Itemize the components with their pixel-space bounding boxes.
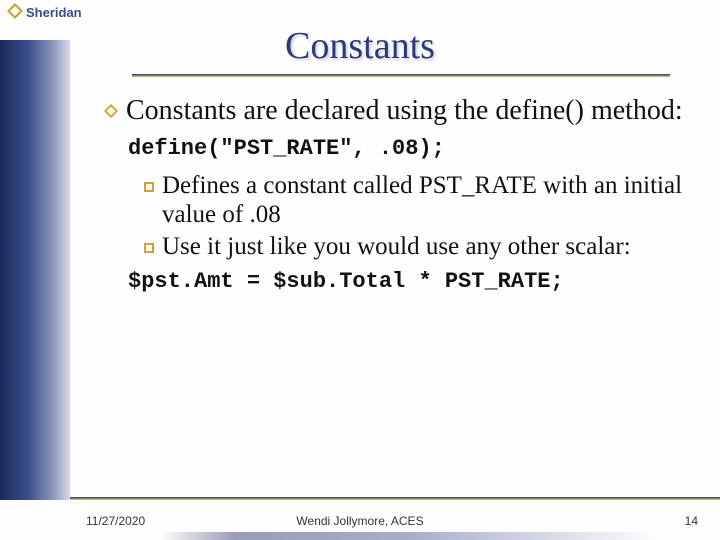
brand-name: Sheridan <box>26 5 82 20</box>
bullet-level1: Constants are declared using the define(… <box>104 94 688 128</box>
bullet-text: Defines a constant called PST_RATE with … <box>162 171 688 230</box>
bullet-square-icon <box>144 232 162 262</box>
title-underline <box>132 74 670 77</box>
bullet-text: Constants are declared using the define(… <box>126 94 683 128</box>
bullet-text: Use it just like you would use any other… <box>162 232 631 262</box>
sidebar-gradient <box>0 40 70 500</box>
diamond-icon <box>6 2 24 23</box>
slide-title: Constants <box>0 24 720 68</box>
code-line-define: define("PST_RATE", .08); <box>128 136 688 161</box>
slide-footer: 11/27/2020 Wendi Jollymore, ACES 14 <box>0 500 720 540</box>
code-line-usage: $pst.Amt = $sub.Total * PST_RATE; <box>128 269 688 294</box>
slide: Sheridan Constants Constants are declare… <box>0 0 720 540</box>
footer-author: Wendi Jollymore, ACES <box>0 514 720 528</box>
slide-content: Constants are declared using the define(… <box>104 94 688 294</box>
bullet-level2: Defines a constant called PST_RATE with … <box>144 171 688 230</box>
bullet-square-icon <box>144 171 162 230</box>
bullet-diamond-icon <box>104 94 126 128</box>
brand-logo: Sheridan <box>6 2 82 23</box>
bullet-level2: Use it just like you would use any other… <box>144 232 688 262</box>
footer-page-number: 14 <box>685 514 698 528</box>
